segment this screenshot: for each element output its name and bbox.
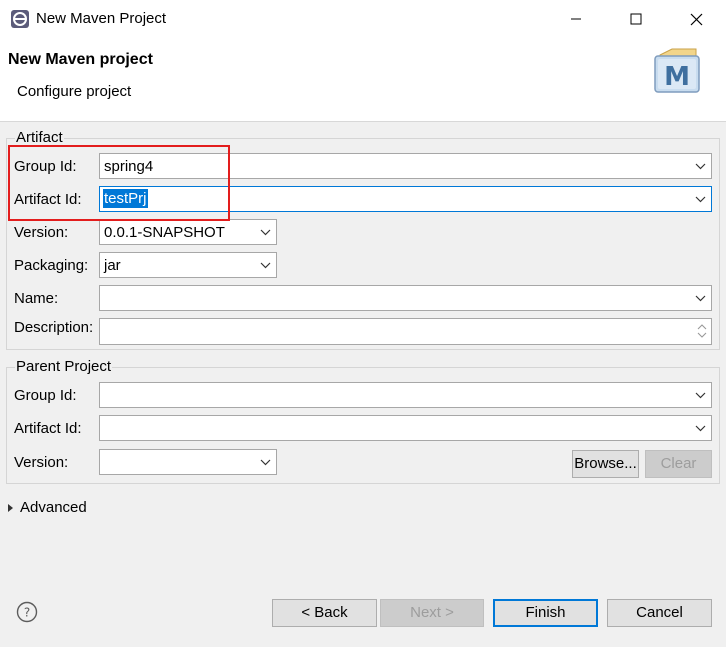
close-button[interactable]	[666, 0, 726, 38]
parent-group-id-combo[interactable]	[99, 382, 712, 408]
chevron-right-icon	[8, 503, 13, 512]
description-label: Description:	[14, 319, 94, 336]
minimize-icon	[571, 18, 581, 20]
description-textarea[interactable]	[99, 318, 712, 345]
window-title: New Maven Project	[36, 10, 167, 27]
clear-button[interactable]: Clear	[645, 450, 712, 478]
next-button[interactable]: Next >	[380, 599, 484, 627]
chevron-down-icon[interactable]	[260, 458, 271, 466]
name-label: Name:	[14, 290, 59, 307]
help-icon[interactable]: ?	[16, 601, 38, 623]
parent-group-title: Parent Project	[15, 358, 113, 375]
chevron-down-icon[interactable]	[695, 391, 706, 399]
parent-artifact-id-combo[interactable]	[99, 415, 712, 441]
chevron-down-icon[interactable]	[695, 294, 706, 302]
title-bar: New Maven Project	[0, 0, 726, 38]
chevron-down-icon[interactable]	[695, 195, 706, 203]
chevron-down-icon[interactable]	[260, 228, 271, 236]
page-title: New Maven project	[8, 51, 153, 68]
version-value: 0.0.1-SNAPSHOT	[104, 224, 225, 241]
close-icon	[690, 13, 702, 25]
parent-version-label: Version:	[14, 454, 69, 471]
cancel-button[interactable]: Cancel	[607, 599, 712, 627]
parent-version-combo[interactable]	[99, 449, 277, 475]
back-button[interactable]: < Back	[272, 599, 377, 627]
chevron-down-icon[interactable]	[695, 424, 706, 432]
maven-logo-icon: M	[654, 48, 700, 93]
wizard-header: New Maven project Configure project M	[0, 38, 726, 122]
finish-button[interactable]: Finish	[493, 599, 598, 627]
scroll-arrows-icon[interactable]	[695, 321, 709, 341]
parent-artifact-id-label: Artifact Id:	[14, 420, 82, 437]
packaging-value: jar	[104, 257, 121, 274]
minimize-button[interactable]	[546, 0, 606, 38]
packaging-combo[interactable]: jar	[99, 252, 277, 278]
chevron-down-icon[interactable]	[695, 162, 706, 170]
browse-button[interactable]: Browse...	[572, 450, 639, 478]
version-label: Version:	[14, 224, 69, 241]
packaging-label: Packaging:	[14, 257, 89, 274]
advanced-toggle[interactable]: Advanced	[8, 499, 87, 516]
version-combo[interactable]: 0.0.1-SNAPSHOT	[99, 219, 277, 245]
maximize-icon	[630, 13, 642, 25]
advanced-label: Advanced	[20, 499, 87, 516]
parent-group-id-label: Group Id:	[14, 387, 77, 404]
annotation-highlight	[8, 145, 230, 221]
page-subtitle: Configure project	[17, 83, 132, 100]
chevron-down-icon[interactable]	[260, 261, 271, 269]
svg-text:?: ?	[24, 606, 30, 620]
maven-logo-letter: M	[664, 62, 690, 92]
maximize-button[interactable]	[606, 0, 666, 38]
artifact-group-title: Artifact	[15, 129, 64, 146]
name-combo[interactable]	[99, 285, 712, 311]
eclipse-icon	[11, 10, 29, 28]
